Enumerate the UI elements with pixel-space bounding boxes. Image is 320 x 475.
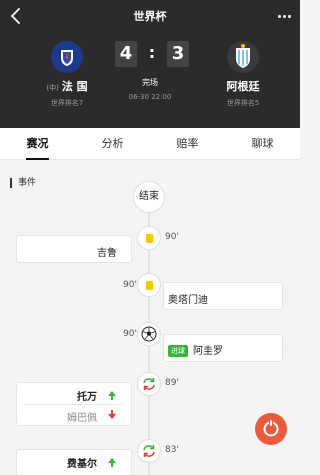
home-tag: (中) (46, 84, 59, 92)
sub-in-arrow-icon (111, 396, 113, 400)
home-team[interactable]: (中) 法 国 世界排名7 (22, 40, 112, 108)
sub-in-arrow-icon (111, 463, 113, 467)
yellow-card-icon (137, 273, 161, 297)
tab-bar: 赛况 分析 赔率 聊球 (0, 128, 300, 160)
event-minute: 90' (123, 280, 137, 290)
match-status: 完场 (142, 78, 158, 87)
tab-odds[interactable]: 赔率 (150, 128, 225, 160)
event-player: 阿圭罗 (193, 346, 223, 357)
event-card[interactable]: 进球 阿圭罗 (163, 334, 283, 362)
match-header: 世界杯 (中) 法 国 世界排名7 4 : 3 完场 06-30 22:00 阿… (0, 0, 300, 128)
france-crest-icon (50, 40, 84, 74)
event-card[interactable]: 吉鲁 (16, 235, 132, 263)
home-team-rank: 世界排名7 (50, 99, 84, 107)
tab-live[interactable]: 赛况 (0, 128, 75, 160)
away-team-name: 阿根廷 (226, 80, 260, 93)
player-out: 姆巴佩 (67, 413, 97, 424)
tab-chat[interactable]: 聊球 (225, 128, 300, 160)
goal-badge: 进球 (168, 345, 188, 357)
event-player: 奥塔门迪 (168, 295, 208, 306)
substitution-card[interactable]: 托万 姆巴佩 (16, 382, 132, 426)
event-minute: 89' (165, 378, 179, 388)
tab-analysis[interactable]: 分析 (75, 128, 150, 160)
event-minute: 90' (165, 232, 179, 242)
away-team[interactable]: 阿根廷 世界排名5 (198, 40, 288, 108)
football-icon (137, 322, 161, 346)
event-minute: 83' (165, 445, 179, 455)
away-team-rank: 世界排名5 (226, 99, 260, 107)
player-in: 费基尔 (67, 459, 97, 470)
yellow-card-icon (137, 226, 161, 250)
event-card[interactable]: 奥塔门迪 (163, 282, 283, 310)
event-minute: 90' (123, 329, 137, 339)
more-icon[interactable] (274, 6, 294, 26)
events-section-label: 事件 (10, 178, 36, 188)
home-team-name: 法 国 (61, 80, 88, 93)
substitution-icon (137, 439, 161, 463)
refresh-button[interactable] (255, 413, 287, 445)
scoreboard: 4 : 3 (115, 41, 189, 67)
refresh-icon (263, 420, 279, 437)
substitution-card[interactable]: 费基尔 (16, 449, 132, 475)
player-in: 托万 (77, 392, 97, 403)
match-datetime: 06-30 22:00 (128, 93, 172, 101)
argentina-crest-icon (226, 40, 260, 74)
match-end-marker: 结束 (133, 181, 165, 213)
page-title: 世界杯 (133, 10, 167, 23)
substitution-icon (137, 372, 161, 396)
away-score: 3 (167, 41, 189, 67)
event-player: 吉鲁 (97, 248, 117, 259)
